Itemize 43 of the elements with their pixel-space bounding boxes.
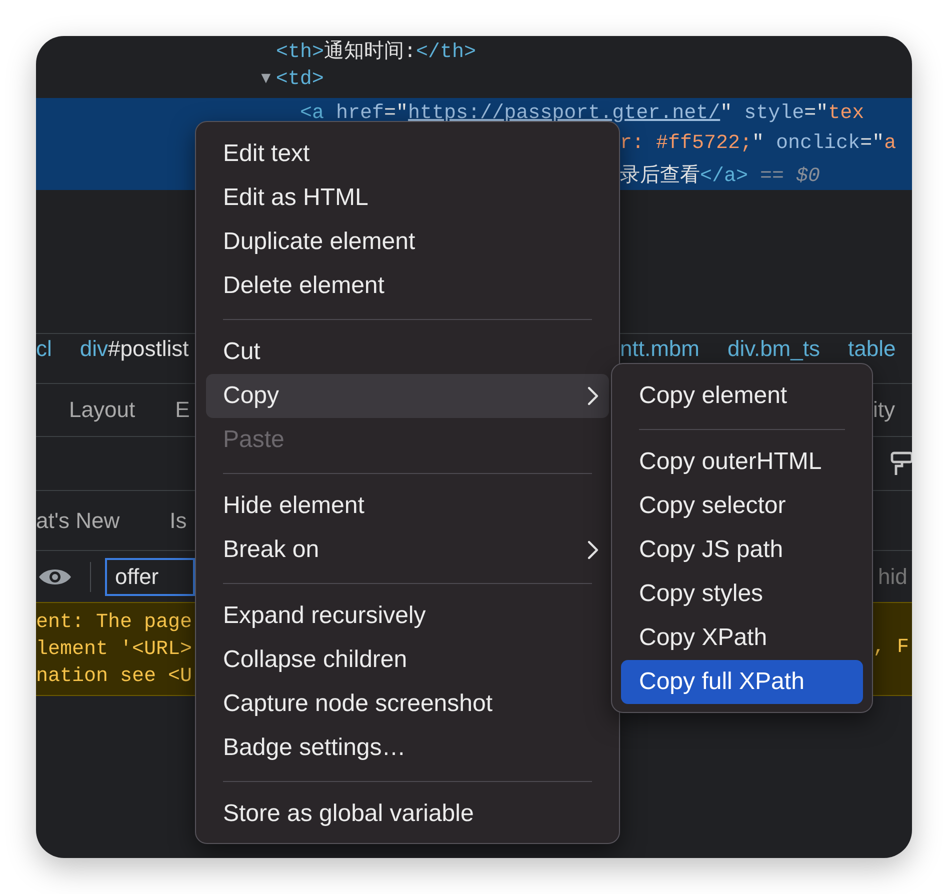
menu-item[interactable]: Collapse children [206, 638, 609, 682]
menu-item[interactable]: Expand recursively [206, 594, 609, 638]
menu-item[interactable]: Copy XPath [621, 616, 863, 660]
menu-item[interactable]: Edit text [206, 132, 609, 176]
menu-item[interactable]: Break on [206, 528, 609, 572]
code-line: 录后查看</a> == $0 [620, 164, 820, 188]
menu-item[interactable]: Store as global variable [206, 792, 609, 836]
filter-field[interactable]: offer [105, 558, 195, 596]
breadcrumb-item[interactable]: div.bm_ts [727, 336, 820, 361]
breadcrumb-item[interactable]: cl [36, 336, 52, 361]
paint-roller-icon[interactable] [890, 451, 912, 477]
breadcrumb-item[interactable]: table [848, 336, 896, 361]
menu-item[interactable]: Copy JS path [621, 528, 863, 572]
menu-item[interactable]: Copy outerHTML [621, 440, 863, 484]
menu-item[interactable]: Edit as HTML [206, 176, 609, 220]
code-line: r: #ff5722;" onclick="a [620, 132, 896, 156]
menu-item[interactable]: Cut [206, 330, 609, 374]
menu-item[interactable]: Delete element [206, 264, 609, 308]
menu-item[interactable]: Duplicate element [206, 220, 609, 264]
drawer-tab[interactable]: at's New [36, 508, 120, 534]
warning-text: nation see <U [36, 664, 192, 688]
breadcrumb-item[interactable]: ntt.mbm [620, 336, 700, 361]
code-line: <td> [276, 68, 324, 90]
menu-item[interactable]: Copy styles [621, 572, 863, 616]
drawer-tab[interactable]: Is [170, 508, 187, 534]
menu-item[interactable]: Copy full XPath [621, 660, 863, 704]
menu-item[interactable]: Capture node screenshot [206, 682, 609, 726]
menu-item[interactable]: Copy element [621, 374, 863, 418]
menu-item[interactable]: Badge settings… [206, 726, 609, 770]
warning-text: , F [873, 636, 910, 659]
menu-item[interactable]: Copy selector [621, 484, 863, 528]
warning-text: ent: The page [36, 610, 192, 634]
filter-hint: hid [878, 564, 908, 590]
panel-tab[interactable]: Layout [69, 397, 136, 423]
menu-item[interactable]: Copy [206, 374, 609, 418]
menu-item[interactable]: Hide element [206, 484, 609, 528]
code-line: <a href="https://passport.gter.net/" style="tex [300, 102, 864, 125]
warning-text: lement '<URL> [36, 638, 192, 660]
panel-tab[interactable]: E [175, 397, 190, 423]
panel-tab[interactable]: ity [873, 397, 895, 423]
breadcrumb-item[interactable]: div#postlist [80, 336, 189, 361]
expand-toggle[interactable]: ▼ [258, 70, 274, 88]
code-line: <th>通知时间:</th> [276, 40, 476, 64]
